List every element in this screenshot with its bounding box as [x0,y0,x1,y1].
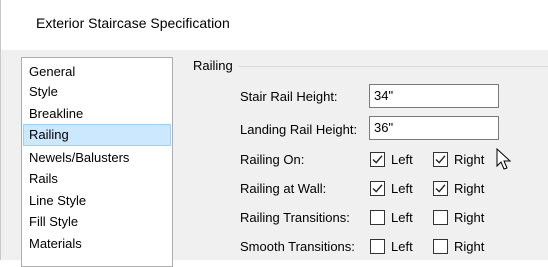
list-item-rails[interactable]: Rails [23,168,171,190]
mouse-pointer-icon [496,148,512,170]
railing-transitions-label: Railing Transitions: [240,210,350,225]
railing-on-right-checkbox[interactable] [433,152,448,167]
railing-transitions-left-checkbox[interactable] [370,210,385,225]
stair-rail-height-label: Stair Rail Height: [240,89,338,104]
check-mark-icon [372,184,383,193]
railing-at-wall-label: Railing at Wall: [240,181,327,196]
list-item-breakline[interactable]: Breakline [23,103,171,125]
railing-transitions-right-label: Right [454,210,485,225]
smooth-transitions-right-checkbox[interactable] [433,239,448,254]
railing-at-wall-left-label: Left [391,181,413,196]
list-item-line-style[interactable]: Line Style [23,190,171,212]
landing-rail-height-label: Landing Rail Height: [240,122,358,137]
list-item-style[interactable]: Style [23,81,171,103]
railing-on-left-checkbox[interactable] [370,152,385,167]
check-mark-icon [372,155,383,164]
smooth-transitions-left-label: Left [391,239,413,254]
list-item-materials[interactable]: Materials [23,233,171,255]
railing-on-label: Railing On: [240,152,305,167]
railing-transitions-right-checkbox[interactable] [433,210,448,225]
railing-on-right-label: Right [454,152,485,167]
railing-at-wall-right-checkbox[interactable] [433,181,448,196]
list-item-fill-style[interactable]: Fill Style [23,211,171,233]
landing-rail-height-input[interactable]: 36" [369,116,499,140]
group-label-railing: Railing [193,58,239,73]
smooth-transitions-label: Smooth Transitions: [240,239,355,254]
list-item-newels-balusters[interactable]: Newels/Balusters [23,147,171,169]
smooth-transitions-left-checkbox[interactable] [370,239,385,254]
group-divider [235,66,548,67]
railing-at-wall-right-label: Right [454,181,485,196]
dialog-window: Exterior Staircase Specification General… [0,0,548,267]
list-item-general[interactable]: General [23,61,171,83]
check-mark-icon [435,184,446,193]
title-bar: Exterior Staircase Specification [1,0,548,50]
railing-on-left-label: Left [391,152,413,167]
category-list[interactable]: General Style Breakline Railing Newels/B… [21,57,173,267]
stair-rail-height-input[interactable]: 34" [369,84,499,108]
dialog-title: Exterior Staircase Specification [36,15,230,31]
smooth-transitions-right-label: Right [454,239,485,254]
railing-at-wall-left-checkbox[interactable] [370,181,385,196]
railing-transitions-left-label: Left [391,210,413,225]
check-mark-icon [435,155,446,164]
list-item-railing[interactable]: Railing [23,124,171,146]
